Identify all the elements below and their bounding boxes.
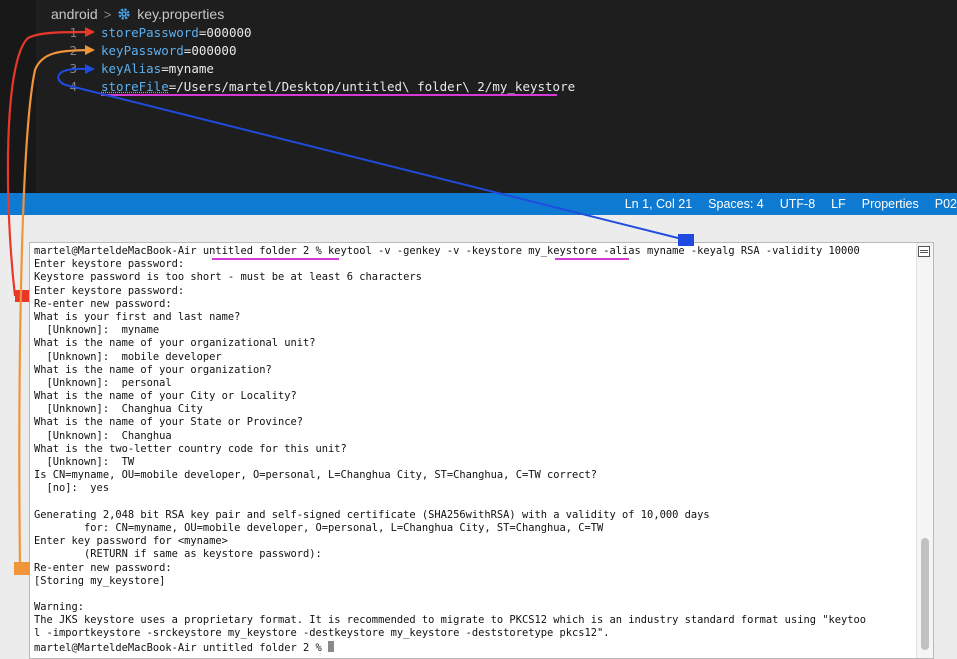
terminal-line: Enter keystore password:: [34, 258, 185, 271]
code-lines[interactable]: 1 storePassword=000000 2 keyPassword=000…: [0, 24, 957, 96]
scroll-thumb[interactable]: [921, 538, 929, 650]
terminal-line: Is CN=myname, OU=mobile developer, O=per…: [34, 469, 598, 482]
language-mode[interactable]: Properties: [854, 193, 927, 215]
encoding-setting[interactable]: UTF-8: [772, 193, 823, 215]
terminal-line: What is the name of your City or Localit…: [34, 390, 297, 403]
property-key: keyPassword: [101, 43, 184, 58]
terminal-line: The JKS keystore uses a proprietary form…: [34, 614, 867, 627]
breadcrumb-file[interactable]: key.properties: [137, 6, 224, 22]
property-value: =myname: [161, 61, 214, 76]
terminal-line: [Unknown]: mobile developer: [34, 350, 222, 363]
menu-icon[interactable]: [918, 246, 930, 257]
code-line[interactable]: 2 keyPassword=000000: [0, 42, 957, 60]
breadcrumb-separator: >: [103, 6, 112, 22]
gear-icon: [117, 7, 131, 21]
property-value: =/Users/martel/Desktop/untitled\ folder\…: [168, 79, 576, 94]
property-value: =000000: [198, 25, 252, 40]
terminal-line: Generating 2,048 bit RSA key pair and se…: [34, 508, 710, 521]
status-extra[interactable]: P02: [927, 193, 957, 215]
terminal-line: [no]: yes: [34, 482, 110, 495]
terminal-output[interactable]: martel@MarteldeMacBook-Air untitled fold…: [29, 242, 934, 659]
terminal-line: What is your first and last name?: [34, 310, 241, 323]
terminal-line: martel@MarteldeMacBook-Air untitled fold…: [34, 245, 860, 257]
terminal-line: [Unknown]: TW: [34, 456, 135, 468]
terminal-line: Keystore password is too short - must be…: [34, 271, 422, 284]
property-key: storePassword: [101, 25, 199, 40]
terminal-window: martel@MarteldeMacBook-Air untitled fold…: [0, 215, 957, 659]
terminal-line: (RETURN if same as keystore password):: [34, 548, 322, 561]
terminal-line: [Unknown]: myname: [34, 324, 160, 337]
terminal-line: Enter keystore password:: [34, 284, 185, 297]
property-value: =000000: [183, 43, 237, 58]
line-number: 1: [69, 25, 77, 40]
indentation-setting[interactable]: Spaces: 4: [700, 193, 772, 215]
terminal-line: martel@MarteldeMacBook-Air untitled fold…: [34, 640, 914, 654]
terminal-line: Warning:: [34, 601, 85, 614]
eol-setting[interactable]: LF: [823, 193, 854, 215]
terminal-line: [Unknown]: Changhua City: [34, 403, 203, 416]
line-number: 3: [69, 61, 77, 76]
terminal-line: l -importkeystore -srckeystore my_keysto…: [34, 627, 610, 640]
terminal-line: [Storing my_keystore]: [34, 574, 166, 587]
terminal-line: Re-enter new password:: [34, 561, 172, 574]
terminal-line: [Unknown]: Changhua: [34, 429, 172, 442]
line-number: 4: [69, 79, 77, 94]
terminal-line: Enter key password for <myname>: [34, 535, 228, 548]
terminal-line: Re-enter new password:: [34, 297, 172, 310]
status-bar: Ln 1, Col 21 Spaces: 4 UTF-8 LF Properti…: [0, 193, 957, 215]
terminal-line: What is the name of your organization?: [34, 363, 272, 376]
cursor-position[interactable]: Ln 1, Col 21: [617, 193, 700, 215]
terminal-scrollbar[interactable]: [916, 243, 933, 658]
breadcrumb: android > key.properties: [51, 4, 224, 24]
code-line[interactable]: 4 storeFile=/Users/martel/Desktop/untitl…: [0, 78, 957, 96]
terminal-line: What is the name of your organizational …: [34, 337, 316, 350]
breadcrumb-folder[interactable]: android: [51, 6, 98, 22]
code-line[interactable]: 1 storePassword=000000: [0, 24, 957, 42]
line-number: 2: [69, 43, 77, 58]
terminal-line: for: CN=myname, OU=mobile developer, O=p…: [34, 521, 604, 534]
code-line[interactable]: 3 keyAlias=myname: [0, 60, 957, 78]
terminal-lines[interactable]: martel@MarteldeMacBook-Air untitled fold…: [34, 245, 914, 654]
code-editor[interactable]: android > key.properties 1 storePassword…: [0, 0, 957, 193]
terminal-cursor: [328, 640, 335, 652]
property-key: storeFile: [101, 79, 169, 94]
property-key: keyAlias: [101, 61, 162, 76]
terminal-line: What is the two-letter country code for …: [34, 442, 347, 455]
terminal-line: [Unknown]: personal: [34, 376, 172, 389]
terminal-line: What is the name of your State or Provin…: [34, 416, 303, 429]
